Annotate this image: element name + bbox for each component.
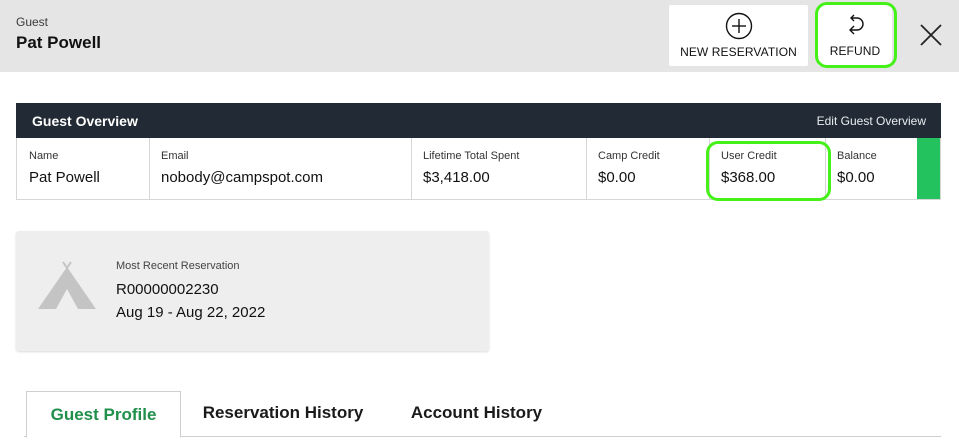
name-label: Name (29, 150, 59, 162)
reservation-number: R00000002230 (116, 281, 219, 298)
new-reservation-label: NEW RESERVATION (680, 45, 797, 59)
tab-account-history[interactable]: Account History (404, 391, 549, 435)
name-value: Pat Powell (29, 169, 100, 186)
email-value: nobody@campspot.com (161, 169, 323, 186)
balance-cell: Balance $0.00 (825, 138, 915, 199)
guest-overview-table: Name Pat Powell Email nobody@campspot.co… (16, 138, 941, 200)
camp-credit-label: Camp Credit (598, 150, 660, 162)
lifetime-spent-value: $3,418.00 (423, 169, 490, 186)
guest-overview-title: Guest Overview (32, 113, 138, 129)
close-icon[interactable] (918, 22, 944, 48)
new-reservation-button[interactable]: NEW RESERVATION (669, 5, 808, 66)
name-cell: Name Pat Powell (17, 138, 150, 199)
tab-guest-profile[interactable]: Guest Profile (26, 391, 181, 438)
refund-arrow-icon (849, 14, 864, 35)
plus-circle-icon (725, 12, 752, 40)
balance-label: Balance (837, 150, 877, 162)
guest-name: Pat Powell (16, 33, 102, 52)
lifetime-spent-cell: Lifetime Total Spent $3,418.00 (411, 138, 587, 199)
refund-button[interactable]: REFUND (818, 5, 892, 66)
guest-label: Guest (16, 15, 49, 29)
lifetime-spent-label: Lifetime Total Spent (423, 150, 520, 162)
profile-tabs: Guest Profile Reservation History Accoun… (24, 391, 941, 438)
camp-credit-cell: Camp Credit $0.00 (586, 138, 710, 199)
edit-guest-overview-link[interactable]: Edit Guest Overview (817, 114, 926, 128)
guest-overview-bar: Guest Overview Edit Guest Overview (16, 103, 941, 138)
recent-reservation-card[interactable]: Most Recent Reservation R00000002230 Aug… (16, 231, 489, 351)
status-indicator (917, 138, 940, 199)
header-bar: Guest Pat Powell NEW RESERVATION REFUND (0, 0, 959, 72)
most-recent-reservation-label: Most Recent Reservation (116, 260, 240, 272)
user-credit-value: $368.00 (721, 169, 776, 186)
refund-label: REFUND (829, 44, 881, 58)
reservation-dates: Aug 19 - Aug 22, 2022 (116, 304, 266, 321)
user-credit-label: User Credit (721, 150, 777, 162)
tab-reservation-history[interactable]: Reservation History (194, 391, 372, 435)
camp-credit-value: $0.00 (598, 169, 636, 186)
user-credit-cell: User Credit $368.00 (709, 138, 826, 199)
email-label: Email (161, 150, 189, 162)
email-cell: Email nobody@campspot.com (149, 138, 412, 199)
balance-value: $0.00 (837, 169, 875, 186)
tent-icon (38, 261, 96, 309)
